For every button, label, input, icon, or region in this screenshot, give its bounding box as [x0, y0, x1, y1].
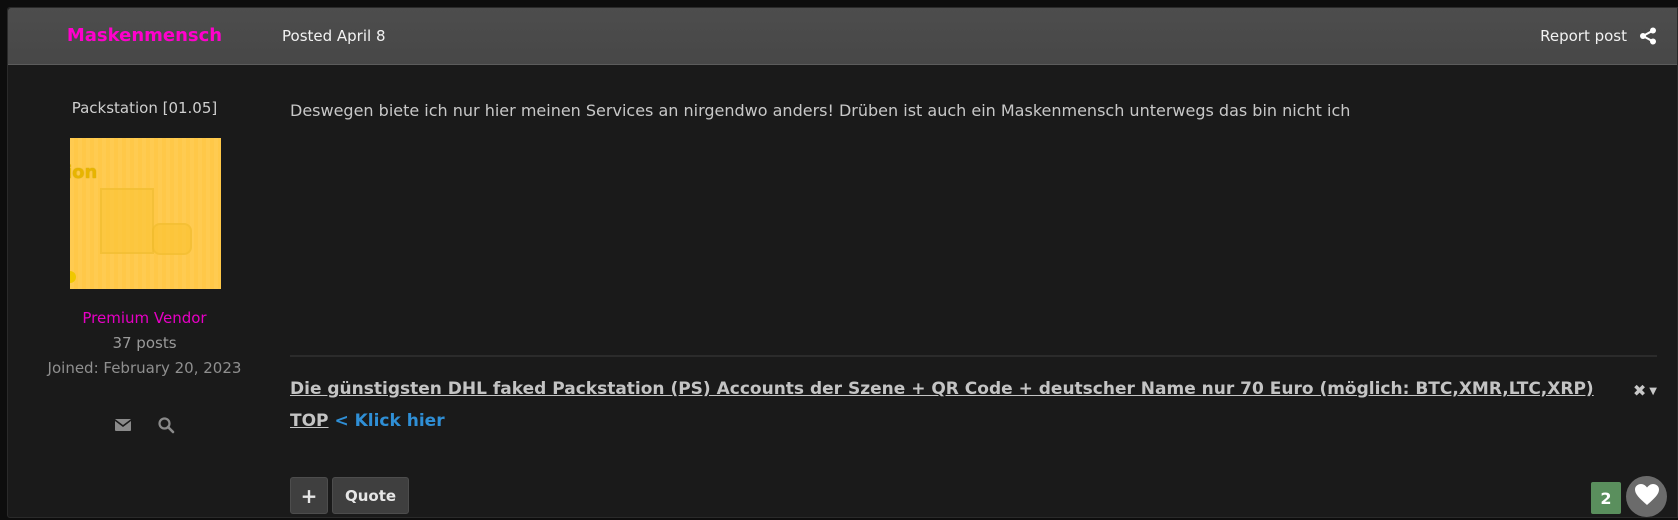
search-icon[interactable] — [157, 416, 175, 434]
avatar[interactable]: ion — [70, 138, 221, 289]
avatar-parcel-shape — [152, 223, 192, 255]
post-message: Deswegen biete ich nur hier meinen Servi… — [290, 101, 1351, 120]
reputation-count: 2 — [1591, 482, 1621, 514]
envelope-icon[interactable] — [114, 416, 132, 434]
posted-date[interactable]: Posted April 8 — [282, 27, 386, 45]
post-count: 37 posts — [112, 334, 177, 352]
signature-klick-link[interactable]: < Klick hier — [334, 411, 444, 431]
signature-link[interactable]: Die günstigsten DHL faked Packstation (P… — [290, 379, 1594, 399]
post-content: Deswegen biete ich nur hier meinen Servi… — [282, 65, 1677, 517]
report-post-link[interactable]: Report post — [1540, 27, 1627, 45]
share-icon[interactable] — [1639, 27, 1657, 45]
author-panel: Packstation [01.05] ion Premium Vendor 3… — [8, 65, 281, 517]
like-button[interactable] — [1626, 476, 1667, 517]
quote-button[interactable]: Quote — [332, 477, 409, 514]
forum-post: Maskenmensch Posted April 8 Report post … — [7, 7, 1678, 518]
author-actions — [8, 414, 281, 434]
avatar-packstation-shape — [100, 188, 154, 254]
signature-line: Die günstigsten DHL faked Packstation (P… — [290, 379, 1594, 399]
member-group-title: Packstation [01.05] — [71, 99, 218, 117]
signature-divider — [290, 355, 1657, 357]
avatar-text: ion — [70, 162, 98, 183]
signature-top-link[interactable]: TOP — [290, 411, 329, 431]
multiquote-button[interactable]: + — [290, 477, 328, 514]
member-rank: Premium Vendor — [82, 309, 207, 327]
caret-down-icon[interactable]: ▼ — [1649, 386, 1657, 397]
close-icon[interactable]: ✖ — [1633, 381, 1646, 400]
signature-controls[interactable]: ✖ ▼ — [1633, 381, 1657, 400]
signature-line-2: TOP < Klick hier — [290, 411, 445, 431]
joined-date: Joined: February 20, 2023 — [47, 359, 242, 377]
post-header: Maskenmensch Posted April 8 Report post — [8, 8, 1677, 65]
heart-icon — [1634, 483, 1660, 511]
author-name-link[interactable]: Maskenmensch — [8, 25, 281, 46]
avatar-dot — [70, 271, 76, 283]
